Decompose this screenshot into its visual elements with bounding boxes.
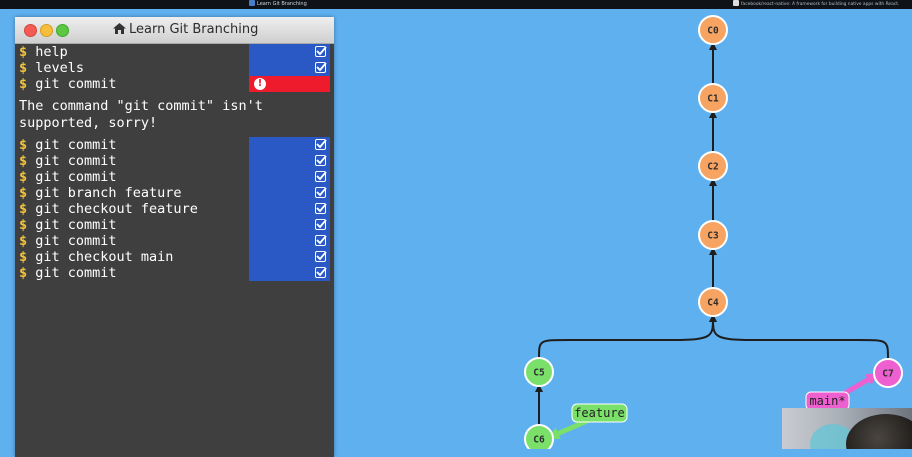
- commit-node-c2[interactable]: C2: [698, 151, 728, 181]
- commit-node-c4[interactable]: C4: [698, 287, 728, 317]
- commit-label: C6: [533, 435, 545, 446]
- commit-label: C2: [707, 162, 718, 173]
- commit-edge: [538, 314, 717, 359]
- commit-node-c3[interactable]: C3: [698, 220, 728, 250]
- commit-label: C5: [533, 368, 545, 379]
- commit-label: C3: [707, 231, 719, 242]
- branch-tag-feature[interactable]: feature: [546, 403, 628, 440]
- webcam-overlay: [782, 408, 912, 449]
- commit-node-c5[interactable]: C5: [524, 357, 554, 387]
- commit-node-c0[interactable]: C0: [698, 15, 728, 45]
- webcam-person: [846, 414, 912, 449]
- commit-edge: [709, 314, 889, 360]
- commit-node-c1[interactable]: C1: [698, 83, 728, 113]
- commit-graph: feature main* C0 C1 C2 C3 C4 C5 C6 C7: [524, 15, 903, 449]
- branch-tag-main[interactable]: main*: [805, 372, 880, 411]
- branch-name: main*: [809, 394, 845, 408]
- commit-label: C4: [707, 298, 719, 309]
- commit-node-c7[interactable]: C7: [873, 358, 903, 388]
- commit-label: C0: [707, 26, 719, 37]
- commit-node-c6[interactable]: C6: [524, 424, 554, 449]
- branch-name: feature: [574, 406, 625, 420]
- commit-label: C7: [882, 369, 893, 380]
- commit-label: C1: [707, 94, 719, 105]
